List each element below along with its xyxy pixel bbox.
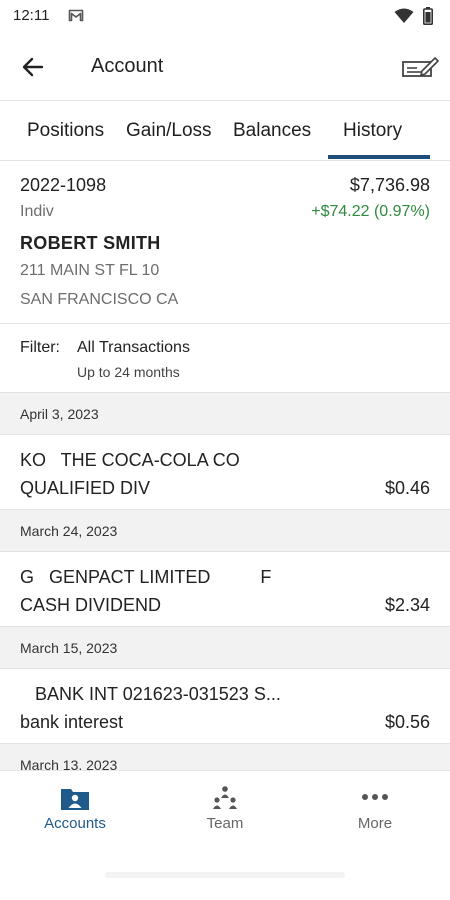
transaction-description: BANK INT 021623-031523 S... bbox=[20, 684, 281, 704]
date-header: March 15, 2023 bbox=[0, 626, 450, 669]
back-arrow-icon bbox=[22, 57, 44, 77]
account-number: 2022-1098 bbox=[20, 175, 107, 195]
nav-team[interactable]: Team bbox=[150, 771, 300, 851]
transaction-filter[interactable]: Filter: All Transactions Up to 24 months bbox=[0, 324, 450, 392]
wifi-icon bbox=[394, 8, 414, 29]
tab-positions[interactable]: Positions bbox=[27, 120, 104, 142]
edit-check-icon bbox=[402, 57, 439, 77]
date-label: April 3, 2023 bbox=[20, 406, 99, 422]
nav-more-label: More bbox=[357, 815, 393, 832]
nav-more[interactable]: More bbox=[300, 771, 450, 851]
account-value: $7,736.98 bbox=[349, 175, 430, 195]
transaction-amount: $2.34 bbox=[384, 595, 430, 615]
transaction-type: CASH DIVIDEND bbox=[20, 595, 162, 615]
edit-check-button[interactable] bbox=[400, 54, 440, 80]
status-time: 12:11 bbox=[13, 7, 50, 24]
nav-team-label: Team bbox=[206, 815, 244, 832]
date-header: April 3, 2023 bbox=[0, 392, 450, 435]
transaction-type: QUALIFIED DIV bbox=[20, 478, 151, 498]
tab-balances[interactable]: Balances bbox=[233, 120, 311, 142]
transaction-row[interactable]: G GENPACT LIMITED F CASH DIVIDEND $2.34 bbox=[0, 553, 450, 627]
transaction-row[interactable]: KO THE COCA-COLA CO QUALIFIED DIV $0.46 bbox=[0, 436, 450, 510]
transaction-type: bank interest bbox=[20, 712, 124, 732]
account-owner: ROBERT SMITH bbox=[20, 233, 161, 253]
account-change: +$74.22 (0.97%) bbox=[311, 203, 430, 220]
mail-icon bbox=[68, 9, 84, 27]
nav-accounts[interactable]: Accounts bbox=[0, 771, 150, 851]
transaction-amount: $0.46 bbox=[384, 478, 430, 498]
status-bar: 12:11 bbox=[0, 0, 450, 34]
filter-range: Up to 24 months bbox=[77, 364, 180, 380]
transaction-amount: $0.56 bbox=[384, 712, 430, 732]
date-label: March 15, 2023 bbox=[20, 640, 118, 656]
gesture-handle[interactable] bbox=[105, 872, 345, 878]
address-line-1: 211 MAIN ST FL 10 bbox=[20, 262, 160, 279]
app-bar: Account bbox=[0, 34, 450, 100]
back-button[interactable] bbox=[20, 54, 50, 80]
account-type: Indiv bbox=[20, 203, 54, 220]
battery-icon bbox=[423, 7, 433, 30]
transaction-description: G GENPACT LIMITED F bbox=[20, 567, 272, 587]
address-line-2: SAN FRANCISCO CA bbox=[20, 291, 179, 308]
tab-gain-loss[interactable]: Gain/Loss bbox=[126, 120, 212, 142]
tab-history[interactable]: History bbox=[343, 120, 402, 142]
date-header: March 24, 2023 bbox=[0, 509, 450, 552]
transaction-description: KO THE COCA-COLA CO bbox=[20, 450, 240, 470]
filter-value: All Transactions bbox=[77, 339, 190, 356]
more-icon bbox=[360, 785, 390, 811]
active-tab-indicator bbox=[328, 155, 430, 159]
accounts-icon bbox=[60, 785, 90, 811]
nav-accounts-label: Accounts bbox=[44, 815, 106, 832]
account-summary: 2022-1098 $7,736.98 Indiv +$74.22 (0.97%… bbox=[0, 161, 450, 323]
page-title: Account bbox=[91, 55, 164, 77]
bottom-nav: Accounts Team More bbox=[0, 770, 450, 860]
transaction-row[interactable]: BANK INT 021623-031523 S... bank interes… bbox=[0, 670, 450, 744]
tab-bar: Positions Gain/Loss Balances History bbox=[0, 101, 450, 161]
team-icon bbox=[210, 785, 240, 811]
date-label: March 24, 2023 bbox=[20, 523, 118, 539]
filter-label: Filter: bbox=[20, 339, 60, 356]
